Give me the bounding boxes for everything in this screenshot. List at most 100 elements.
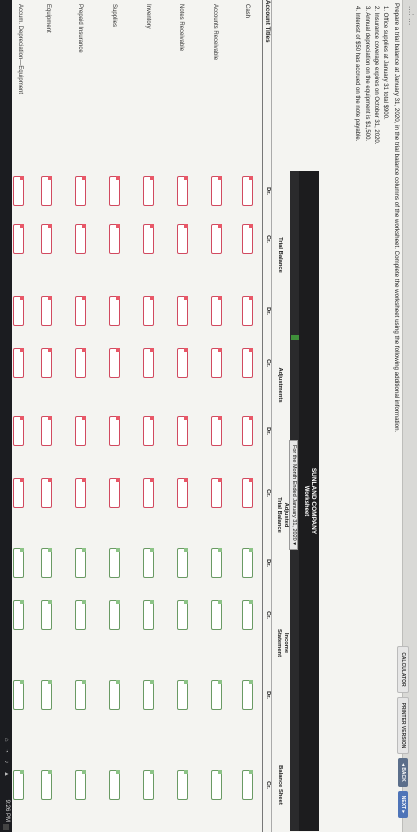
worksheet-input-cell[interactable] <box>211 548 222 578</box>
worksheet-input-cell[interactable] <box>109 680 120 710</box>
worksheet-input-cell[interactable] <box>242 416 253 446</box>
cell-marker-icon <box>249 416 253 420</box>
worksheet-input-cell[interactable] <box>41 478 52 508</box>
worksheet-input-cell[interactable] <box>41 680 52 710</box>
company-name: SUNLAND COMPANY <box>310 467 317 535</box>
worksheet-input-cell[interactable] <box>109 348 120 378</box>
worksheet-input-cell[interactable] <box>211 176 222 206</box>
cell-marker-icon <box>184 416 188 420</box>
period-dropdown[interactable]: For the Month Ended January 31, 2020 ▾ <box>289 440 299 550</box>
worksheet-input-cell[interactable] <box>13 600 24 630</box>
worksheet-input-cell[interactable] <box>211 224 222 254</box>
worksheet-input-cell[interactable] <box>109 548 120 578</box>
worksheet-input-cell[interactable] <box>13 348 24 378</box>
worksheet-input-cell[interactable] <box>143 770 154 800</box>
worksheet-input-cell[interactable] <box>143 348 154 378</box>
worksheet-input-cell[interactable] <box>143 224 154 254</box>
worksheet-input-cell[interactable] <box>13 548 24 578</box>
worksheet-input-cell[interactable] <box>177 478 188 508</box>
worksheet-input-cell[interactable] <box>242 680 253 710</box>
worksheet-input-cell[interactable] <box>177 224 188 254</box>
worksheet-input-cell[interactable] <box>13 416 24 446</box>
cell-marker-icon <box>48 770 52 774</box>
worksheet-input-cell[interactable] <box>13 478 24 508</box>
worksheet-input-cell[interactable] <box>13 296 24 326</box>
worksheet-input-cell[interactable] <box>242 296 253 326</box>
cell-marker-icon <box>82 348 86 352</box>
worksheet-input-cell[interactable] <box>75 478 86 508</box>
next-button[interactable]: NEXT ▸ <box>398 790 408 818</box>
worksheet-input-cell[interactable] <box>177 416 188 446</box>
worksheet-input-cell[interactable] <box>75 296 86 326</box>
worksheet-input-cell[interactable] <box>242 548 253 578</box>
worksheet-input-cell[interactable] <box>41 224 52 254</box>
worksheet-input-cell[interactable] <box>75 348 86 378</box>
worksheet-input-cell[interactable] <box>177 548 188 578</box>
worksheet-input-cell[interactable] <box>109 296 120 326</box>
worksheet-input-cell[interactable] <box>177 680 188 710</box>
worksheet-input-cell[interactable] <box>41 770 52 800</box>
account-title: Accum. Depreciation—Equipment <box>17 4 23 95</box>
worksheet-input-cell[interactable] <box>109 176 120 206</box>
worksheet-input-cell[interactable] <box>143 680 154 710</box>
worksheet-input-cell[interactable] <box>41 600 52 630</box>
breadcrumb[interactable]: ...: ... <box>407 6 416 25</box>
worksheet-input-cell[interactable] <box>143 416 154 446</box>
worksheet-input-cell[interactable] <box>211 770 222 800</box>
worksheet-input-cell[interactable] <box>13 680 24 710</box>
worksheet-input-cell[interactable] <box>211 478 222 508</box>
cr-column-header: Cr. <box>265 489 271 497</box>
worksheet-input-cell[interactable] <box>13 770 24 800</box>
worksheet-input-cell[interactable] <box>211 600 222 630</box>
worksheet-input-cell[interactable] <box>41 416 52 446</box>
worksheet-input-cell[interactable] <box>109 478 120 508</box>
worksheet-input-cell[interactable] <box>75 224 86 254</box>
worksheet-input-cell[interactable] <box>143 548 154 578</box>
worksheet-input-cell[interactable] <box>242 600 253 630</box>
worksheet-input-cell[interactable] <box>177 770 188 800</box>
worksheet-input-cell[interactable] <box>143 600 154 630</box>
calculator-button[interactable]: CALCULATOR <box>397 646 409 693</box>
worksheet-input-cell[interactable] <box>211 680 222 710</box>
worksheet-input-cell[interactable] <box>41 548 52 578</box>
worksheet-input-cell[interactable] <box>75 600 86 630</box>
worksheet-input-cell[interactable] <box>109 224 120 254</box>
worksheet-input-cell[interactable] <box>177 348 188 378</box>
worksheet-input-cell[interactable] <box>75 548 86 578</box>
printer-version-button[interactable]: PRINTER VERSION <box>397 696 409 755</box>
dr-column-header: Dr. <box>265 427 271 435</box>
worksheet-input-cell[interactable] <box>242 176 253 206</box>
worksheet-input-cell[interactable] <box>13 176 24 206</box>
worksheet-input-cell[interactable] <box>242 770 253 800</box>
worksheet-input-cell[interactable] <box>109 600 120 630</box>
worksheet-input-cell[interactable] <box>75 416 86 446</box>
worksheet-input-cell[interactable] <box>177 296 188 326</box>
taskbar-clock[interactable]: 9:26 PM <box>4 800 10 822</box>
worksheet-input-cell[interactable] <box>109 770 120 800</box>
show-desktop-icon[interactable] <box>3 824 9 830</box>
worksheet-input-cell[interactable] <box>143 176 154 206</box>
cell-marker-icon <box>218 348 222 352</box>
back-button[interactable]: ◂ BACK <box>398 758 408 787</box>
worksheet-input-cell[interactable] <box>75 176 86 206</box>
worksheet-input-cell[interactable] <box>211 348 222 378</box>
worksheet-input-cell[interactable] <box>177 176 188 206</box>
worksheet-input-cell[interactable] <box>211 416 222 446</box>
worksheet-input-cell[interactable] <box>242 478 253 508</box>
worksheet-input-cell[interactable] <box>41 176 52 206</box>
worksheet-input-cell[interactable] <box>242 348 253 378</box>
worksheet-input-cell[interactable] <box>143 478 154 508</box>
worksheet-input-cell[interactable] <box>75 770 86 800</box>
worksheet-input-cell[interactable] <box>242 224 253 254</box>
cell-marker-icon <box>249 224 253 228</box>
system-tray-icons[interactable]: ⌂ ◔ ♪ ▲ <box>3 738 9 780</box>
worksheet-input-cell[interactable] <box>211 296 222 326</box>
worksheet-input-cell[interactable] <box>177 600 188 630</box>
worksheet-input-cell[interactable] <box>109 416 120 446</box>
worksheet-input-cell[interactable] <box>41 296 52 326</box>
worksheet-input-cell[interactable] <box>143 296 154 326</box>
cell-marker-icon <box>82 176 86 180</box>
worksheet-input-cell[interactable] <box>75 680 86 710</box>
worksheet-input-cell[interactable] <box>41 348 52 378</box>
worksheet-input-cell[interactable] <box>13 224 24 254</box>
